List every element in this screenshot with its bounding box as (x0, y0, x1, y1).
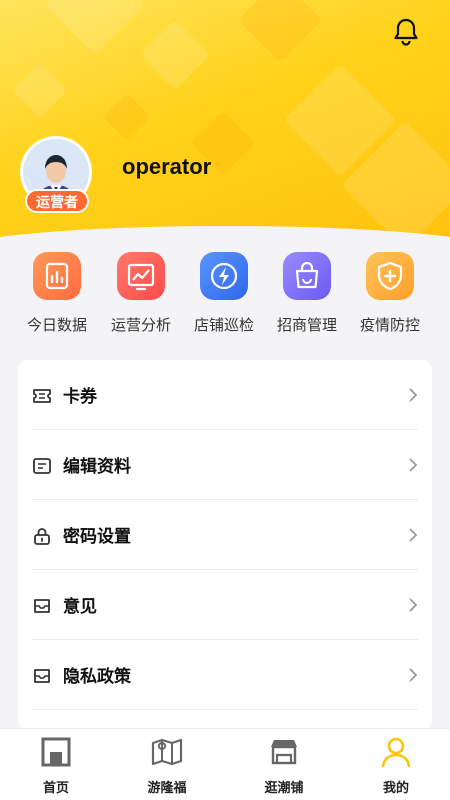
tab-home[interactable]: 首页 (0, 735, 112, 796)
quick-action-epidemic-control[interactable]: 疫情防控 (345, 252, 435, 335)
tab-label: 游隆福 (147, 781, 187, 796)
quick-action-label: 疫情防控 (359, 316, 420, 334)
menu-item-label: 意见 (63, 597, 97, 617)
menu-item-privacy-policy[interactable]: 隐私政策 (18, 640, 432, 710)
chevron-right-icon (409, 598, 418, 612)
lock-icon (34, 528, 50, 545)
menu-item-feedback[interactable]: 意见 (18, 570, 432, 640)
profile-page: 运营者 operator 今日数据 运营分析 店铺巡检 招商管理 疫情防控 卡券… (0, 0, 450, 800)
settings-menu: 卡券 编辑资料 密码设置 意见 隐私政策 (18, 360, 432, 730)
menu-item-label: 隐私政策 (63, 667, 131, 687)
chevron-right-icon (409, 528, 418, 542)
home-icon (41, 737, 71, 767)
feedback-icon (34, 599, 50, 613)
role-badge: 运营者 (25, 189, 89, 213)
quick-action-store-patrol[interactable]: 店铺巡检 (179, 252, 269, 335)
menu-item-label: 密码设置 (63, 527, 131, 547)
tab-trendy-shops[interactable]: 逛潮铺 (228, 735, 340, 796)
menu-item-label: 编辑资料 (63, 457, 131, 477)
quick-action-label: 运营分析 (110, 316, 171, 334)
notification-bell-icon[interactable] (390, 16, 422, 48)
store-icon (271, 740, 297, 765)
menu-item-edit-profile[interactable]: 编辑资料 (18, 430, 432, 500)
username: operator (122, 154, 212, 179)
shield-plus-icon (366, 252, 414, 300)
menu-item-password-settings[interactable]: 密码设置 (18, 500, 432, 570)
menu-item-label: 卡券 (63, 387, 97, 407)
trend-analysis-icon (117, 252, 165, 300)
ticket-icon (33, 389, 51, 403)
tab-label: 首页 (42, 781, 69, 796)
lightning-icon (200, 252, 248, 300)
user-icon (381, 737, 411, 768)
quick-action-label: 招商管理 (276, 316, 337, 334)
quick-action-today-data[interactable]: 今日数据 (12, 252, 102, 335)
privacy-icon (34, 669, 50, 683)
menu-item-coupons[interactable]: 卡券 (18, 360, 432, 430)
tab-label: 逛潮铺 (264, 781, 304, 796)
chevron-right-icon (409, 668, 418, 682)
quick-actions: 今日数据 运营分析 店铺巡检 招商管理 疫情防控 (0, 252, 450, 344)
tab-label: 我的 (382, 781, 409, 796)
chevron-right-icon (409, 458, 418, 472)
tab-you-longfu[interactable]: 游隆福 (111, 735, 223, 796)
edit-profile-icon (33, 458, 51, 474)
quick-action-merchant-mgmt[interactable]: 招商管理 (262, 252, 352, 335)
map-icon (151, 738, 183, 766)
tab-mine[interactable]: 我的 (340, 735, 450, 796)
quick-action-label: 今日数据 (26, 316, 87, 334)
bottom-tab-bar: 首页 游隆福 逛潮铺 我的 (0, 728, 450, 800)
chart-bar-icon (33, 252, 81, 300)
quick-action-ops-analysis[interactable]: 运营分析 (96, 252, 186, 335)
quick-action-label: 店铺巡检 (193, 316, 254, 334)
shopping-bag-icon (283, 252, 331, 300)
chevron-right-icon (409, 388, 418, 402)
